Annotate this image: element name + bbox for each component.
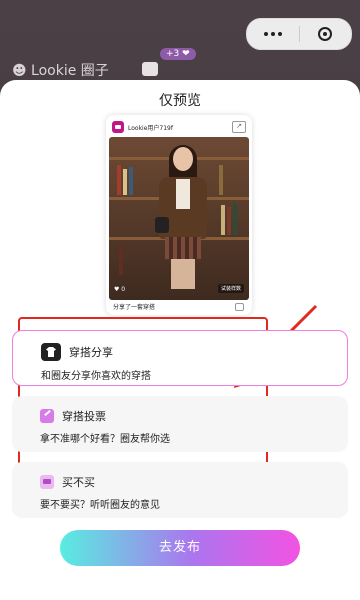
notification-badge: +3 ❤ (160, 48, 196, 60)
camera-icon (142, 62, 158, 76)
preview-caption: 分享了一套穿搭 (113, 304, 156, 311)
mini-program-capsule (246, 18, 352, 50)
shirt-icon (41, 343, 61, 361)
option-title: 穿搭投票 (62, 410, 106, 423)
preview-card: Lookie用户719f ↗ ♥ 0 试装样数 分享了一套穿搭 (106, 115, 252, 315)
option-title: 买不买 (62, 476, 95, 489)
photo-watermark: 试装样数 (217, 284, 244, 293)
like-count: ♥ 0 (114, 286, 126, 293)
option-buy-or-not[interactable]: 买不买 要不要买？听听圈友的意见 (12, 462, 348, 518)
vote-icon (40, 409, 54, 423)
option-outfit-share[interactable]: 穿搭分享 和圈友分享你喜欢的穿搭 (12, 330, 348, 386)
model-figure (155, 145, 211, 297)
sheet-title: 仅预览 (159, 93, 201, 109)
option-description: 和圈友分享你喜欢的穿搭 (41, 371, 151, 382)
share-icon: ↗ (232, 121, 246, 133)
user-avatar (112, 121, 124, 133)
more-dots-icon (263, 32, 282, 36)
user-name: Lookie用户719f (128, 124, 173, 132)
option-title: 穿搭分享 (69, 346, 113, 359)
more-menu-button[interactable] (247, 19, 299, 49)
close-mini-program-button[interactable] (300, 19, 352, 49)
preview-header: Lookie用户719f ↗ (112, 120, 246, 134)
target-icon (318, 27, 333, 41)
option-description: 要不要买？听听圈友的意见 (40, 500, 160, 511)
outfit-photo (109, 137, 249, 300)
option-outfit-vote[interactable]: 穿搭投票 拿不准哪个好看？圈友帮你选 (12, 396, 348, 452)
circle-title: ☻ Lookie 圈子 (12, 63, 109, 79)
comment-icon (235, 303, 244, 311)
publish-button[interactable]: 去发布 (60, 530, 300, 566)
cart-icon (40, 475, 54, 489)
option-description: 拿不准哪个好看？圈友帮你选 (40, 434, 170, 445)
